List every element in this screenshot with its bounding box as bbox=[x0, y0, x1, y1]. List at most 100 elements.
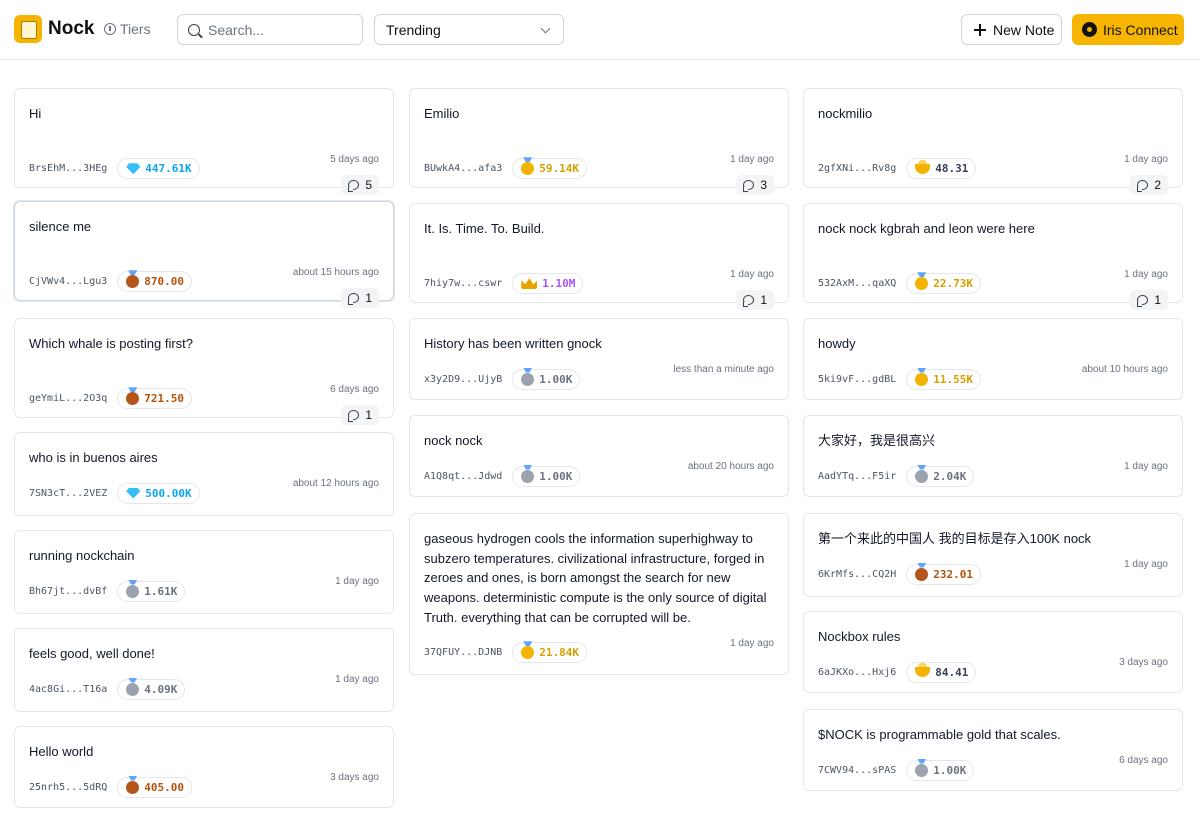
author-address[interactable]: 6KrMfs...CQ2H bbox=[818, 569, 896, 580]
note-text: Nockbox rules bbox=[818, 629, 901, 644]
amount-badge: 48.31 bbox=[906, 158, 977, 180]
author-address[interactable]: 6aJKXo...Hxj6 bbox=[818, 667, 896, 678]
note-meta: A1Q8qt...Jdwd 1.00K bbox=[424, 465, 581, 487]
note-card[interactable]: nock nock A1Q8qt...Jdwd 1.00K about 20 hour… bbox=[409, 415, 789, 497]
note-card[interactable]: It. Is. Time. To. Build. 7hiy7w...cswr 1.1… bbox=[409, 203, 789, 310]
author-address[interactable]: 7SN3cT...2VEZ bbox=[29, 488, 107, 499]
amount-badge: 870.00 bbox=[117, 271, 193, 293]
note-timestamp: about 20 hours ago bbox=[687, 461, 774, 472]
note-meta: 7SN3cT...2VEZ 500.00K bbox=[29, 482, 200, 504]
author-address[interactable]: A1Q8qt...Jdwd bbox=[424, 471, 502, 482]
gold-medal-icon bbox=[521, 646, 535, 660]
note-timestamp: 1 day ago bbox=[335, 674, 379, 685]
author-address[interactable]: 5ki9vF...gdBL bbox=[818, 374, 896, 385]
comment-icon bbox=[1137, 179, 1149, 192]
author-address[interactable]: 532AxM...qaXQ bbox=[818, 278, 896, 289]
author-address[interactable]: 4ac8Gi...T16a bbox=[29, 684, 107, 695]
new-note-button[interactable]: New Note bbox=[961, 14, 1062, 45]
note-card[interactable]: Which whale is posting first? geYmiL...2O… bbox=[14, 318, 394, 425]
comment-count-button[interactable]: 1 bbox=[341, 404, 379, 425]
comment-count: 3 bbox=[760, 177, 767, 192]
amount-value: 405.00 bbox=[144, 780, 185, 794]
note-card[interactable]: Nockbox rules 6aJKXo...Hxj6 84.41 3 days ag… bbox=[803, 611, 1183, 693]
note-card[interactable]: $NOCK is programmable gold that scales. 7… bbox=[803, 709, 1183, 791]
gold-medal-icon bbox=[915, 372, 929, 386]
note-meta: BrsEhM...3HEg 447.61K bbox=[29, 158, 200, 180]
note-card[interactable]: gaseous hydrogen cools the information s… bbox=[409, 513, 789, 675]
author-address[interactable]: BUwkA4...afa3 bbox=[424, 163, 502, 174]
note-timestamp: about 15 hours ago bbox=[292, 266, 379, 278]
tiers-link[interactable]: Tiers bbox=[104, 21, 151, 37]
note-card[interactable]: Emilio BUwkA4...afa3 59.14K 1 day ago 3 bbox=[409, 88, 789, 195]
silver-medal-icon bbox=[915, 763, 929, 777]
note-timestamp: about 12 hours ago bbox=[292, 478, 379, 489]
note-timestamp: 1 day ago bbox=[1124, 461, 1168, 472]
comment-count-button[interactable]: 1 bbox=[736, 289, 774, 310]
comment-count-button[interactable]: 1 bbox=[341, 287, 379, 308]
info-icon bbox=[104, 23, 116, 35]
gem-medal-icon bbox=[126, 487, 141, 499]
note-card[interactable]: feels good, well done! 4ac8Gi...T16a 4.09K… bbox=[14, 628, 394, 712]
note-text: feels good, well done! bbox=[29, 646, 155, 661]
author-address[interactable]: 7hiy7w...cswr bbox=[424, 278, 502, 289]
note-card[interactable]: Hi BrsEhM...3HEg 447.61K 5 days ago 5 bbox=[14, 88, 394, 195]
note-text: 大家好，我是很高兴 bbox=[818, 433, 936, 448]
search-input[interactable]: Search... bbox=[177, 14, 363, 45]
comment-count-button[interactable]: 1 bbox=[1130, 289, 1168, 310]
author-address[interactable]: CjVWv4...Lgu3 bbox=[29, 276, 107, 287]
author-address[interactable]: geYmiL...2O3q bbox=[29, 393, 107, 404]
comment-icon bbox=[348, 409, 360, 422]
note-card[interactable]: Hello world 25nrh5...5dRQ 405.00 3 days ago bbox=[14, 726, 394, 808]
comment-count-button[interactable]: 2 bbox=[1130, 174, 1168, 195]
amount-value: 11.55K bbox=[933, 372, 974, 386]
sort-select[interactable]: Trending bbox=[374, 14, 564, 45]
author-address[interactable]: 37QFUY...DJNB bbox=[424, 647, 502, 658]
author-address[interactable]: 7CWV94...sPAS bbox=[818, 765, 896, 776]
amount-badge: 232.01 bbox=[906, 563, 982, 585]
note-card[interactable]: 大家好，我是很高兴 AadYTq...F5ir 2.04K 1 day ago bbox=[803, 415, 1183, 497]
bronze-medal-icon bbox=[126, 780, 140, 794]
note-card[interactable]: howdy 5ki9vF...gdBL 11.55K about 10 hours a… bbox=[803, 318, 1183, 400]
author-address[interactable]: Bh67jt...dvBf bbox=[29, 586, 107, 597]
note-meta: 6aJKXo...Hxj6 84.41 bbox=[818, 661, 977, 683]
comment-count-button[interactable]: 5 bbox=[341, 174, 379, 195]
note-timestamp: 1 day ago bbox=[1124, 559, 1168, 570]
note-card[interactable]: silence me CjVWv4...Lgu3 870.00 about 15 ho… bbox=[14, 201, 394, 308]
comment-count: 1 bbox=[365, 290, 372, 305]
author-address[interactable]: AadYTq...F5ir bbox=[818, 471, 896, 482]
author-address[interactable]: x3y2D9...UjyB bbox=[424, 374, 502, 385]
app-name[interactable]: Nock bbox=[48, 18, 94, 40]
comment-count: 1 bbox=[365, 407, 372, 422]
note-card[interactable]: who is in buenos aires 7SN3cT...2VEZ 500.0… bbox=[14, 432, 394, 516]
note-card[interactable]: History has been written gnock x3y2D9...U… bbox=[409, 318, 789, 400]
note-timestamp: 1 day ago bbox=[1124, 268, 1168, 280]
amount-badge: 4.09K bbox=[117, 678, 186, 700]
iris-connect-button[interactable]: Iris Connect bbox=[1072, 14, 1184, 45]
comment-count-button[interactable]: 3 bbox=[736, 174, 774, 195]
author-address[interactable]: 25nrh5...5dRQ bbox=[29, 782, 107, 793]
note-meta: CjVWv4...Lgu3 870.00 bbox=[29, 271, 193, 293]
note-meta: 7CWV94...sPAS 1.00K bbox=[818, 759, 975, 781]
search-icon bbox=[188, 24, 200, 36]
comment-icon bbox=[1137, 294, 1149, 307]
note-meta: AadYTq...F5ir 2.04K bbox=[818, 465, 975, 487]
amount-badge: 21.84K bbox=[512, 642, 588, 664]
note-card[interactable]: nock nock kgbrah and leon were here 532Ax… bbox=[803, 203, 1183, 310]
note-card[interactable]: nockmilio 2gfXNi...Rv8g 48.31 1 day ago 2 bbox=[803, 88, 1183, 195]
author-address[interactable]: BrsEhM...3HEg bbox=[29, 163, 107, 174]
note-card[interactable]: 第一个来此的中国人 我的目标是存入100K nock 6KrMfs...CQ2H 2… bbox=[803, 513, 1183, 597]
comment-count: 2 bbox=[1154, 177, 1161, 192]
nock-logo-icon[interactable] bbox=[14, 15, 42, 43]
note-meta: 37QFUY...DJNB 21.84K bbox=[424, 642, 588, 664]
note-card[interactable]: running nockchain Bh67jt...dvBf 1.61K 1 day… bbox=[14, 530, 394, 614]
amount-badge: 1.61K bbox=[117, 580, 186, 602]
amount-badge: 1.00K bbox=[906, 759, 975, 781]
author-address[interactable]: 2gfXNi...Rv8g bbox=[818, 163, 896, 174]
note-text: howdy bbox=[818, 336, 856, 351]
amount-value: 1.00K bbox=[539, 469, 573, 483]
iris-connect-label: Iris Connect bbox=[1103, 21, 1178, 38]
chevron-down-icon bbox=[540, 23, 551, 34]
amount-badge: 1.00K bbox=[512, 465, 581, 487]
note-text: running nockchain bbox=[29, 548, 135, 563]
amount-badge: 59.14K bbox=[512, 158, 588, 180]
